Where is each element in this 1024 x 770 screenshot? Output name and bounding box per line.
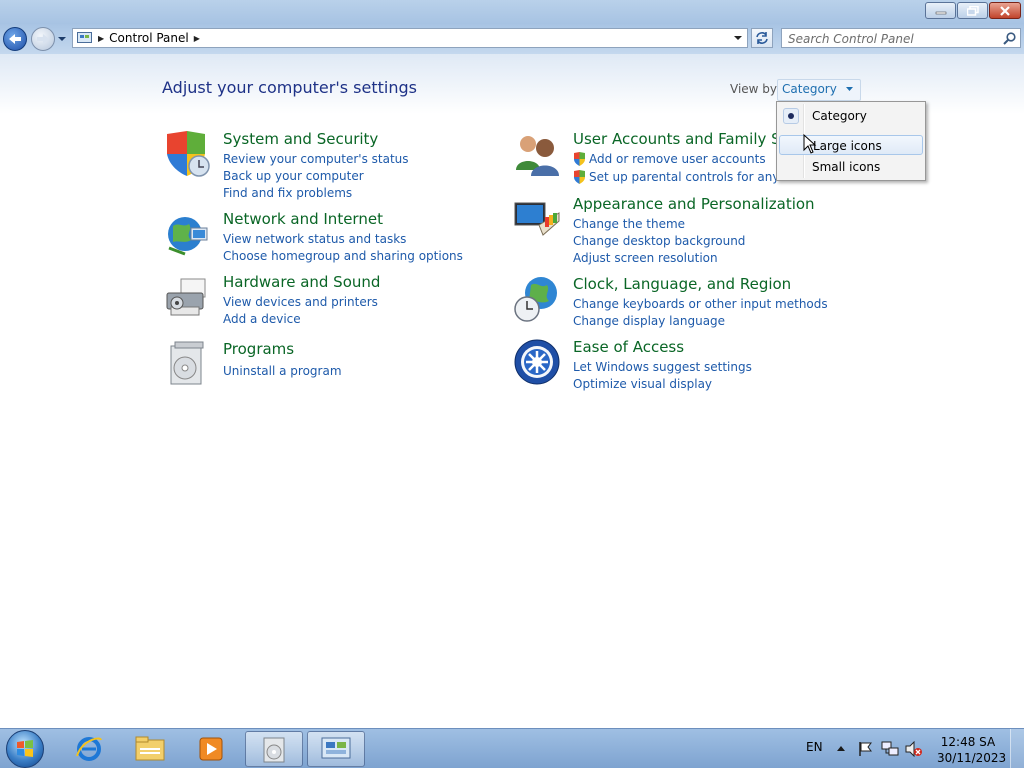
taskbar-windows-explorer[interactable] — [121, 731, 179, 767]
windows-logo-icon — [17, 740, 33, 757]
show-desktop-button[interactable] — [1010, 729, 1024, 769]
forward-button[interactable] — [31, 27, 55, 51]
control-panel-icon — [77, 32, 92, 43]
refresh-icon — [756, 32, 768, 44]
taskbar-programs[interactable] — [245, 731, 303, 767]
minimize-button[interactable] — [925, 2, 956, 19]
breadcrumb-control-panel[interactable]: Control Panel — [109, 31, 189, 45]
view-by-label: View by: — [730, 82, 781, 96]
link-optimize-visual[interactable]: Optimize visual display — [573, 375, 752, 392]
link-find-fix-problems[interactable]: Find and fix problems — [223, 184, 409, 201]
link-back-up[interactable]: Back up your computer — [223, 167, 409, 184]
view-by-value: Category — [782, 82, 837, 96]
minimize-icon — [935, 11, 946, 14]
back-button[interactable] — [3, 27, 27, 51]
programs-disc-icon — [263, 737, 285, 763]
link-display-language[interactable]: Change display language — [573, 312, 828, 329]
link-windows-suggest[interactable]: Let Windows suggest settings — [573, 358, 752, 375]
link-add-remove-accounts[interactable]: Add or remove user accounts — [573, 150, 804, 167]
back-arrow-icon — [9, 34, 21, 44]
menu-item-small-icons[interactable]: Small icons — [779, 157, 923, 177]
link-desktop-background[interactable]: Change desktop background — [573, 232, 745, 249]
refresh-button[interactable] — [751, 28, 773, 48]
taskbar-internet-explorer[interactable] — [60, 731, 118, 767]
link-uninstall-program[interactable]: Uninstall a program — [223, 362, 342, 379]
link-devices-printers[interactable]: View devices and printers — [223, 293, 378, 310]
category-title[interactable]: Clock, Language, and Region — [573, 275, 791, 293]
link-label[interactable]: Add or remove user accounts — [589, 152, 766, 166]
taskbar-media-player[interactable] — [182, 731, 240, 767]
menu-item-label: Small icons — [812, 160, 881, 174]
view-by-dropdown[interactable]: Category — [777, 79, 861, 101]
category-title[interactable]: Programs — [223, 340, 294, 358]
link-network-status[interactable]: View network status and tasks — [223, 230, 463, 247]
close-button[interactable] — [989, 2, 1021, 19]
uac-shield-icon — [574, 151, 585, 166]
windows-explorer-icon — [135, 736, 165, 761]
clock[interactable]: 12:48 SA 30/11/2023 — [937, 734, 1007, 766]
clock-globe-icon[interactable] — [513, 275, 561, 323]
category-title[interactable]: System and Security — [223, 130, 378, 148]
category-title[interactable]: Ease of Access — [573, 338, 684, 356]
breadcrumb-separator-icon[interactable]: ▶ — [98, 34, 104, 43]
menu-item-label: Category — [812, 109, 867, 123]
media-player-icon — [199, 737, 223, 761]
start-button[interactable] — [6, 730, 44, 768]
link-label[interactable]: Set up parental controls for any use — [589, 170, 804, 184]
users-icon[interactable] — [513, 130, 561, 178]
volume-muted-icon[interactable] — [905, 741, 923, 757]
link-parental-controls[interactable]: Set up parental controls for any use — [573, 168, 804, 185]
taskbar: EN 12:48 SA 30/11/2023 — [0, 728, 1024, 769]
monitor-palette-icon[interactable] — [513, 195, 561, 243]
close-icon — [1000, 5, 1010, 16]
breadcrumb-separator-icon[interactable]: ▶ — [194, 34, 200, 43]
radio-selected-icon — [783, 108, 799, 124]
control-panel-icon — [321, 737, 351, 759]
category-title[interactable]: Hardware and Sound — [223, 273, 380, 291]
link-keyboards-input[interactable]: Change keyboards or other input methods — [573, 295, 828, 312]
ease-of-access-icon[interactable] — [513, 338, 561, 386]
search-box[interactable] — [781, 28, 1021, 49]
network-icon[interactable] — [881, 741, 899, 757]
menu-item-label: Large icons — [813, 139, 882, 153]
page-title: Adjust your computer's settings — [162, 78, 417, 97]
network-globe-icon[interactable] — [163, 210, 211, 258]
recent-pages-chevron-icon[interactable] — [57, 32, 67, 46]
taskbar-control-panel[interactable] — [307, 731, 365, 767]
address-bar[interactable]: ▶ Control Panel ▶ — [72, 28, 748, 48]
mouse-cursor-icon — [803, 134, 817, 154]
link-homegroup-sharing[interactable]: Choose homegroup and sharing options — [223, 247, 463, 264]
action-center-flag-icon[interactable] — [857, 741, 873, 757]
link-review-status[interactable]: Review your computer's status — [223, 150, 409, 167]
category-title[interactable]: User Accounts and Family Saf — [573, 130, 795, 148]
search-icon[interactable] — [1003, 32, 1016, 45]
link-screen-resolution[interactable]: Adjust screen resolution — [573, 249, 745, 266]
chevron-down-icon — [845, 87, 853, 91]
view-by-menu: Category Large icons Small icons — [776, 101, 926, 181]
language-indicator[interactable]: EN — [806, 740, 823, 754]
forward-arrow-icon — [37, 34, 49, 44]
menu-item-large-icons[interactable]: Large icons — [779, 135, 923, 155]
search-input[interactable] — [782, 29, 1005, 49]
category-title[interactable]: Network and Internet — [223, 210, 383, 228]
restore-icon — [966, 5, 979, 16]
window-title-bar — [0, 0, 1024, 24]
category-title[interactable]: Appearance and Personalization — [573, 195, 815, 213]
clock-date: 30/11/2023 — [937, 751, 1007, 765]
shield-security-icon[interactable] — [163, 130, 211, 178]
menu-item-category[interactable]: Category — [779, 106, 923, 126]
link-add-device[interactable]: Add a device — [223, 310, 378, 327]
uac-shield-icon — [574, 169, 585, 184]
programs-disc-icon[interactable] — [163, 340, 211, 388]
address-dropdown-icon[interactable] — [733, 34, 743, 42]
restore-button[interactable] — [957, 2, 988, 19]
internet-explorer-icon — [76, 737, 102, 761]
show-hidden-icons-icon[interactable] — [836, 744, 846, 752]
link-change-theme[interactable]: Change the theme — [573, 215, 745, 232]
clock-time: 12:48 SA — [940, 735, 996, 749]
printer-speaker-icon[interactable] — [163, 273, 211, 321]
